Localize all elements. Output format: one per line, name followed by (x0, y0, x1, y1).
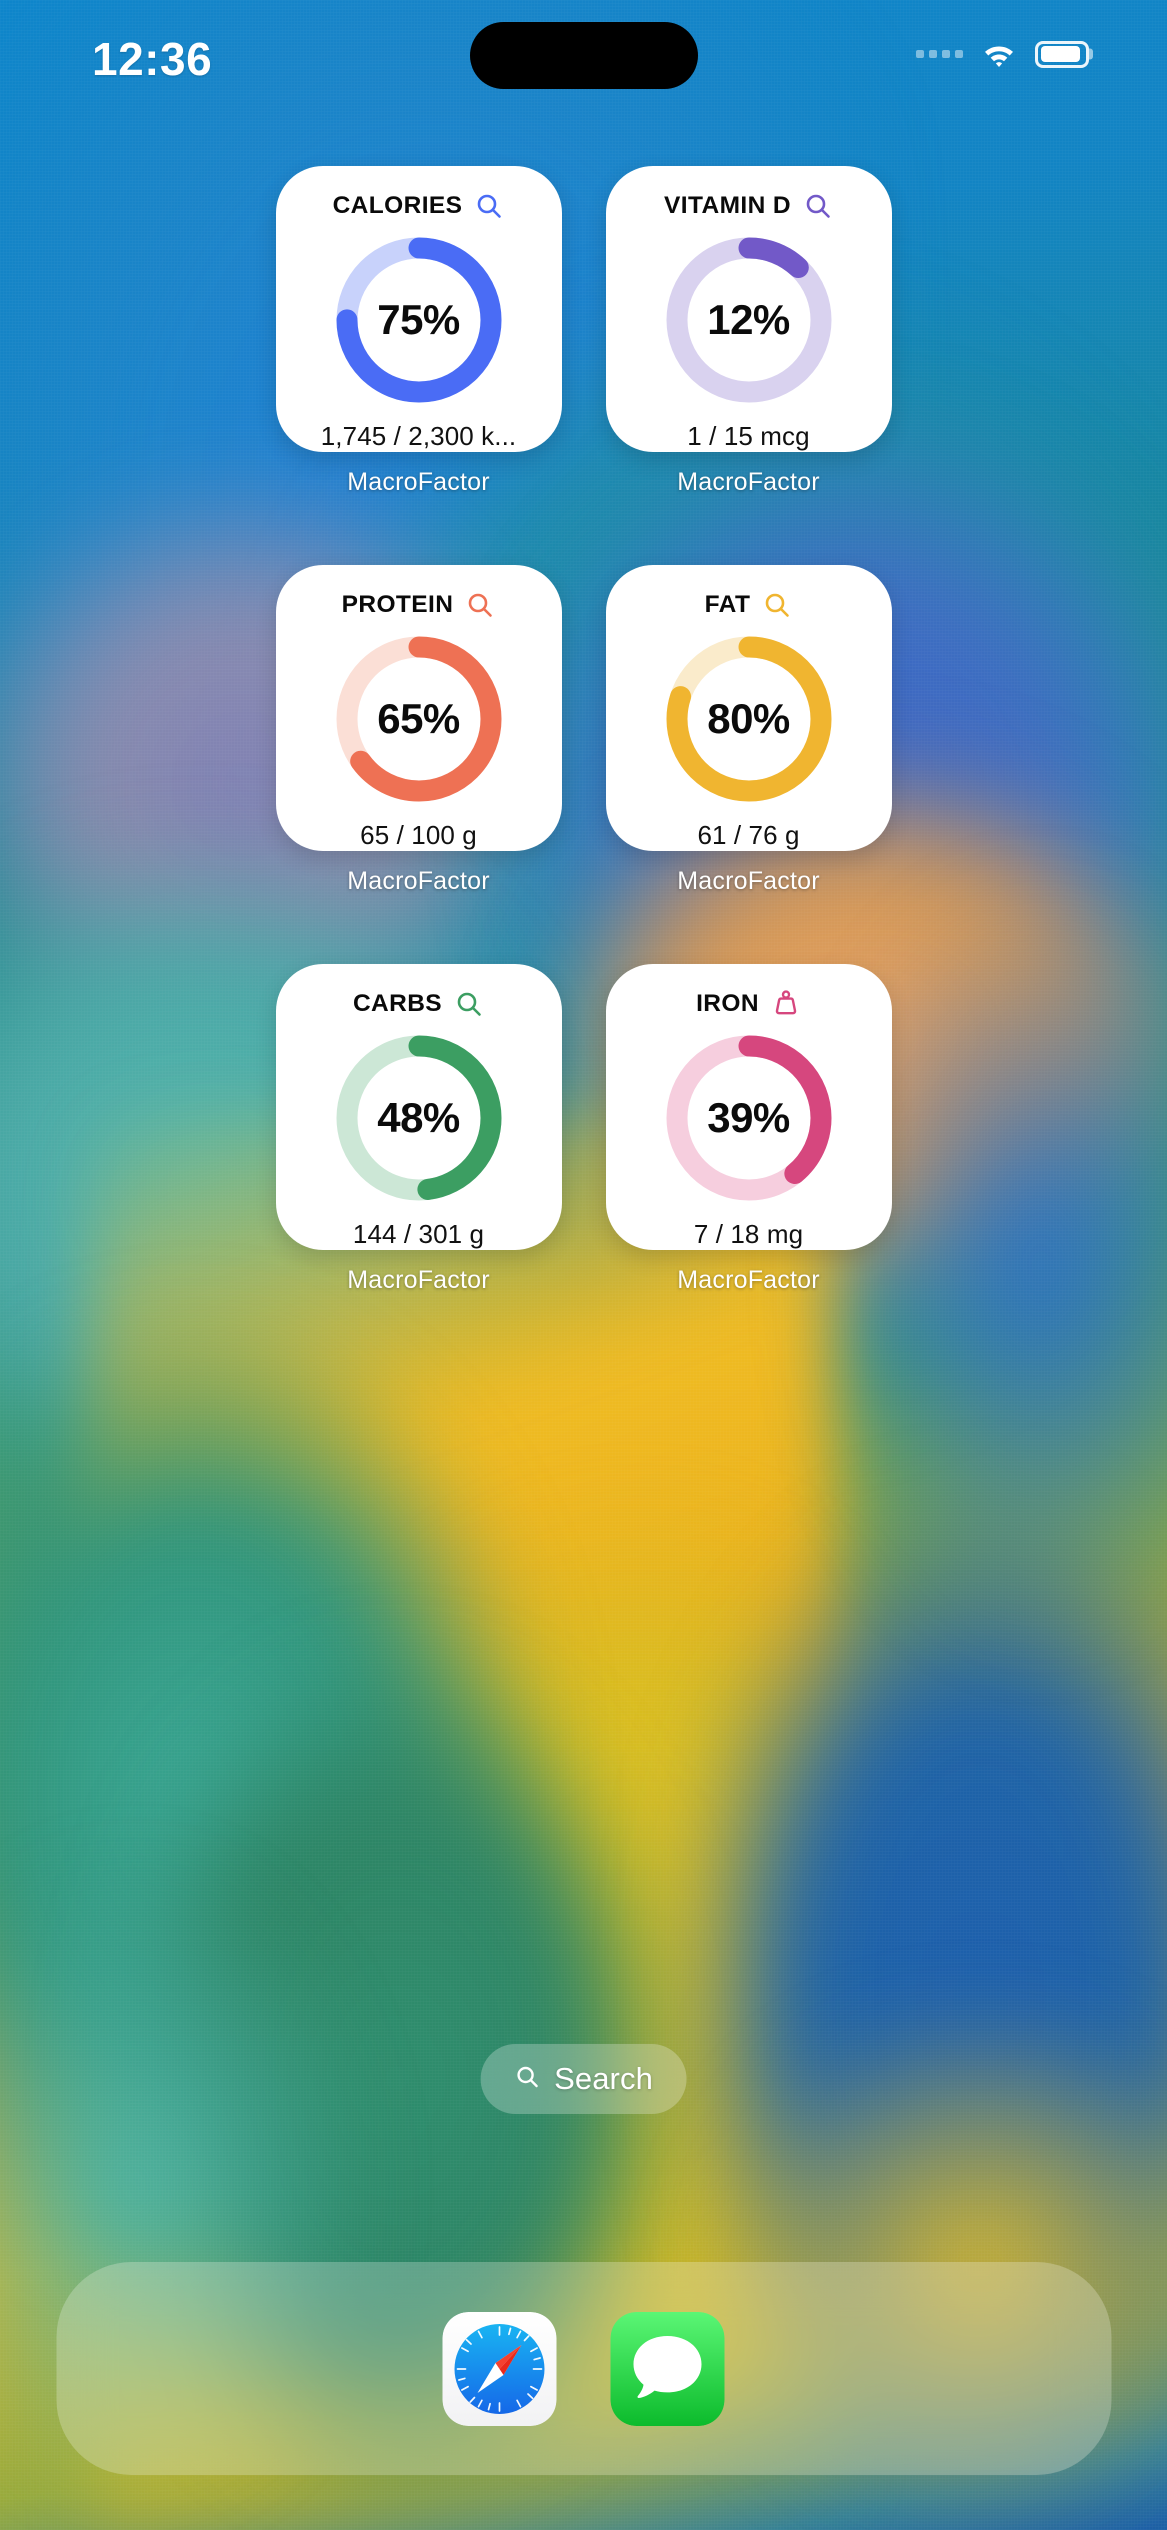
progress-ring: 75% (330, 231, 508, 409)
widget-fat[interactable]: FAT 80% 61 / 76 g (605, 565, 892, 851)
search-icon[interactable] (465, 590, 495, 620)
search-icon[interactable] (474, 191, 504, 221)
widget-header: CARBS (276, 984, 562, 1023)
weight-icon[interactable] (771, 989, 801, 1019)
search-icon (514, 2064, 540, 2095)
widget-value: 1 / 15 mcg (687, 421, 810, 451)
widget-cell-protein: PROTEIN 65% 65 / 100 g MacroFactor (275, 565, 562, 896)
progress-percent: 80% (707, 695, 790, 742)
search-icon[interactable] (454, 989, 484, 1019)
widget-cell-fat: FAT 80% 61 / 76 g MacroFactor (605, 565, 892, 896)
progress-ring: 80% (660, 630, 838, 808)
status-bar-clock: 12:36 (92, 33, 213, 85)
progress-ring: 39% (660, 1029, 838, 1207)
widget-title: FAT (704, 590, 751, 618)
progress-ring: 12% (660, 231, 838, 409)
widget-iron[interactable]: IRON 39% 7 / 18 mg (605, 964, 892, 1250)
widget-app-label: MacroFactor (677, 867, 820, 895)
safari-icon[interactable] (442, 2311, 557, 2426)
wifi-icon (980, 40, 1018, 68)
widget-app-label: MacroFactor (677, 1266, 820, 1294)
widget-vitamin-d[interactable]: VITAMIN D 12% 1 / 15 mcg (605, 166, 892, 452)
widget-value: 61 / 76 g (697, 820, 800, 850)
widget-app-label: MacroFactor (347, 1266, 490, 1294)
widget-carbs[interactable]: CARBS 48% 144 / 301 g (275, 964, 562, 1250)
widget-title: VITAMIN D (664, 191, 791, 219)
widget-cell-calories: CALORIES 75% 1,745 / 2,300 k... MacroFac… (275, 166, 562, 497)
progress-ring: 48% (330, 1029, 508, 1207)
widget-header: CALORIES (276, 186, 562, 225)
dynamic-island (469, 22, 698, 89)
dock (56, 2262, 1111, 2475)
widget-title: CALORIES (332, 191, 463, 219)
widget-cell-vitamin-d: VITAMIN D 12% 1 / 15 mcg MacroFactor (605, 166, 892, 497)
status-bar-indicators (916, 40, 1089, 68)
widget-title: PROTEIN (341, 590, 454, 618)
search-label: Search (554, 2061, 653, 2096)
progress-percent: 48% (377, 1094, 460, 1141)
signal-dots-icon (916, 50, 963, 58)
widget-grid: CALORIES 75% 1,745 / 2,300 k... MacroFac… (0, 166, 1167, 1295)
progress-percent: 39% (707, 1094, 790, 1141)
widget-value: 1,745 / 2,300 k... (320, 421, 517, 451)
progress-percent: 75% (377, 296, 460, 343)
widget-value: 144 / 301 g (352, 1219, 485, 1249)
search-icon[interactable] (803, 191, 833, 221)
widget-value: 7 / 18 mg (693, 1219, 804, 1249)
progress-percent: 12% (707, 296, 790, 343)
widget-app-label: MacroFactor (677, 468, 820, 496)
widget-title: IRON (696, 989, 759, 1017)
widget-header: PROTEIN (276, 585, 562, 624)
search-icon[interactable] (762, 590, 792, 620)
widget-app-label: MacroFactor (347, 867, 490, 895)
widget-header: IRON (606, 984, 892, 1023)
widget-header: VITAMIN D (606, 186, 892, 225)
widget-header: FAT (606, 585, 892, 624)
widget-app-label: MacroFactor (347, 468, 490, 496)
search-button[interactable]: Search (480, 2044, 687, 2114)
widget-cell-iron: IRON 39% 7 / 18 mg MacroFactor (605, 964, 892, 1295)
progress-percent: 65% (377, 695, 460, 742)
messages-icon[interactable] (610, 2311, 725, 2426)
widget-value: 65 / 100 g (360, 820, 477, 850)
status-bar: 12:36 (0, 0, 1167, 112)
progress-ring: 65% (330, 630, 508, 808)
battery-icon (1035, 40, 1089, 68)
widget-calories[interactable]: CALORIES 75% 1,745 / 2,300 k... (275, 166, 562, 452)
widget-title: CARBS (352, 989, 443, 1017)
widget-protein[interactable]: PROTEIN 65% 65 / 100 g (275, 565, 562, 851)
widget-cell-carbs: CARBS 48% 144 / 301 g MacroFactor (275, 964, 562, 1295)
